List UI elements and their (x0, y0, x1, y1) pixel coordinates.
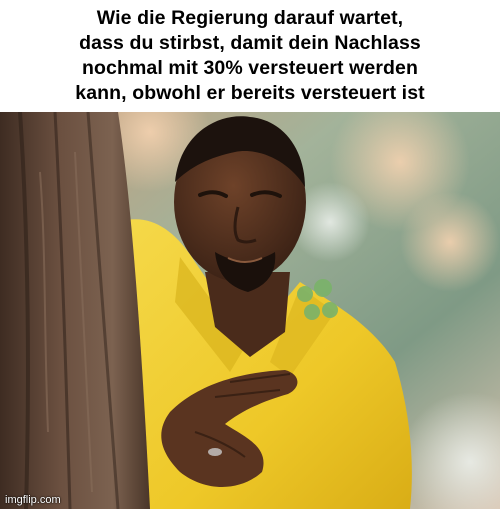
watermark-text: imgflip.com (5, 494, 61, 506)
meme-image: Wie die Regierung darauf wartet, dass du… (0, 0, 500, 509)
caption-area: Wie die Regierung darauf wartet, dass du… (0, 0, 500, 112)
photo-illustration (0, 112, 500, 509)
photo: imgflip.com (0, 112, 500, 509)
caption-text: Wie die Regierung darauf wartet, dass du… (75, 7, 425, 104)
